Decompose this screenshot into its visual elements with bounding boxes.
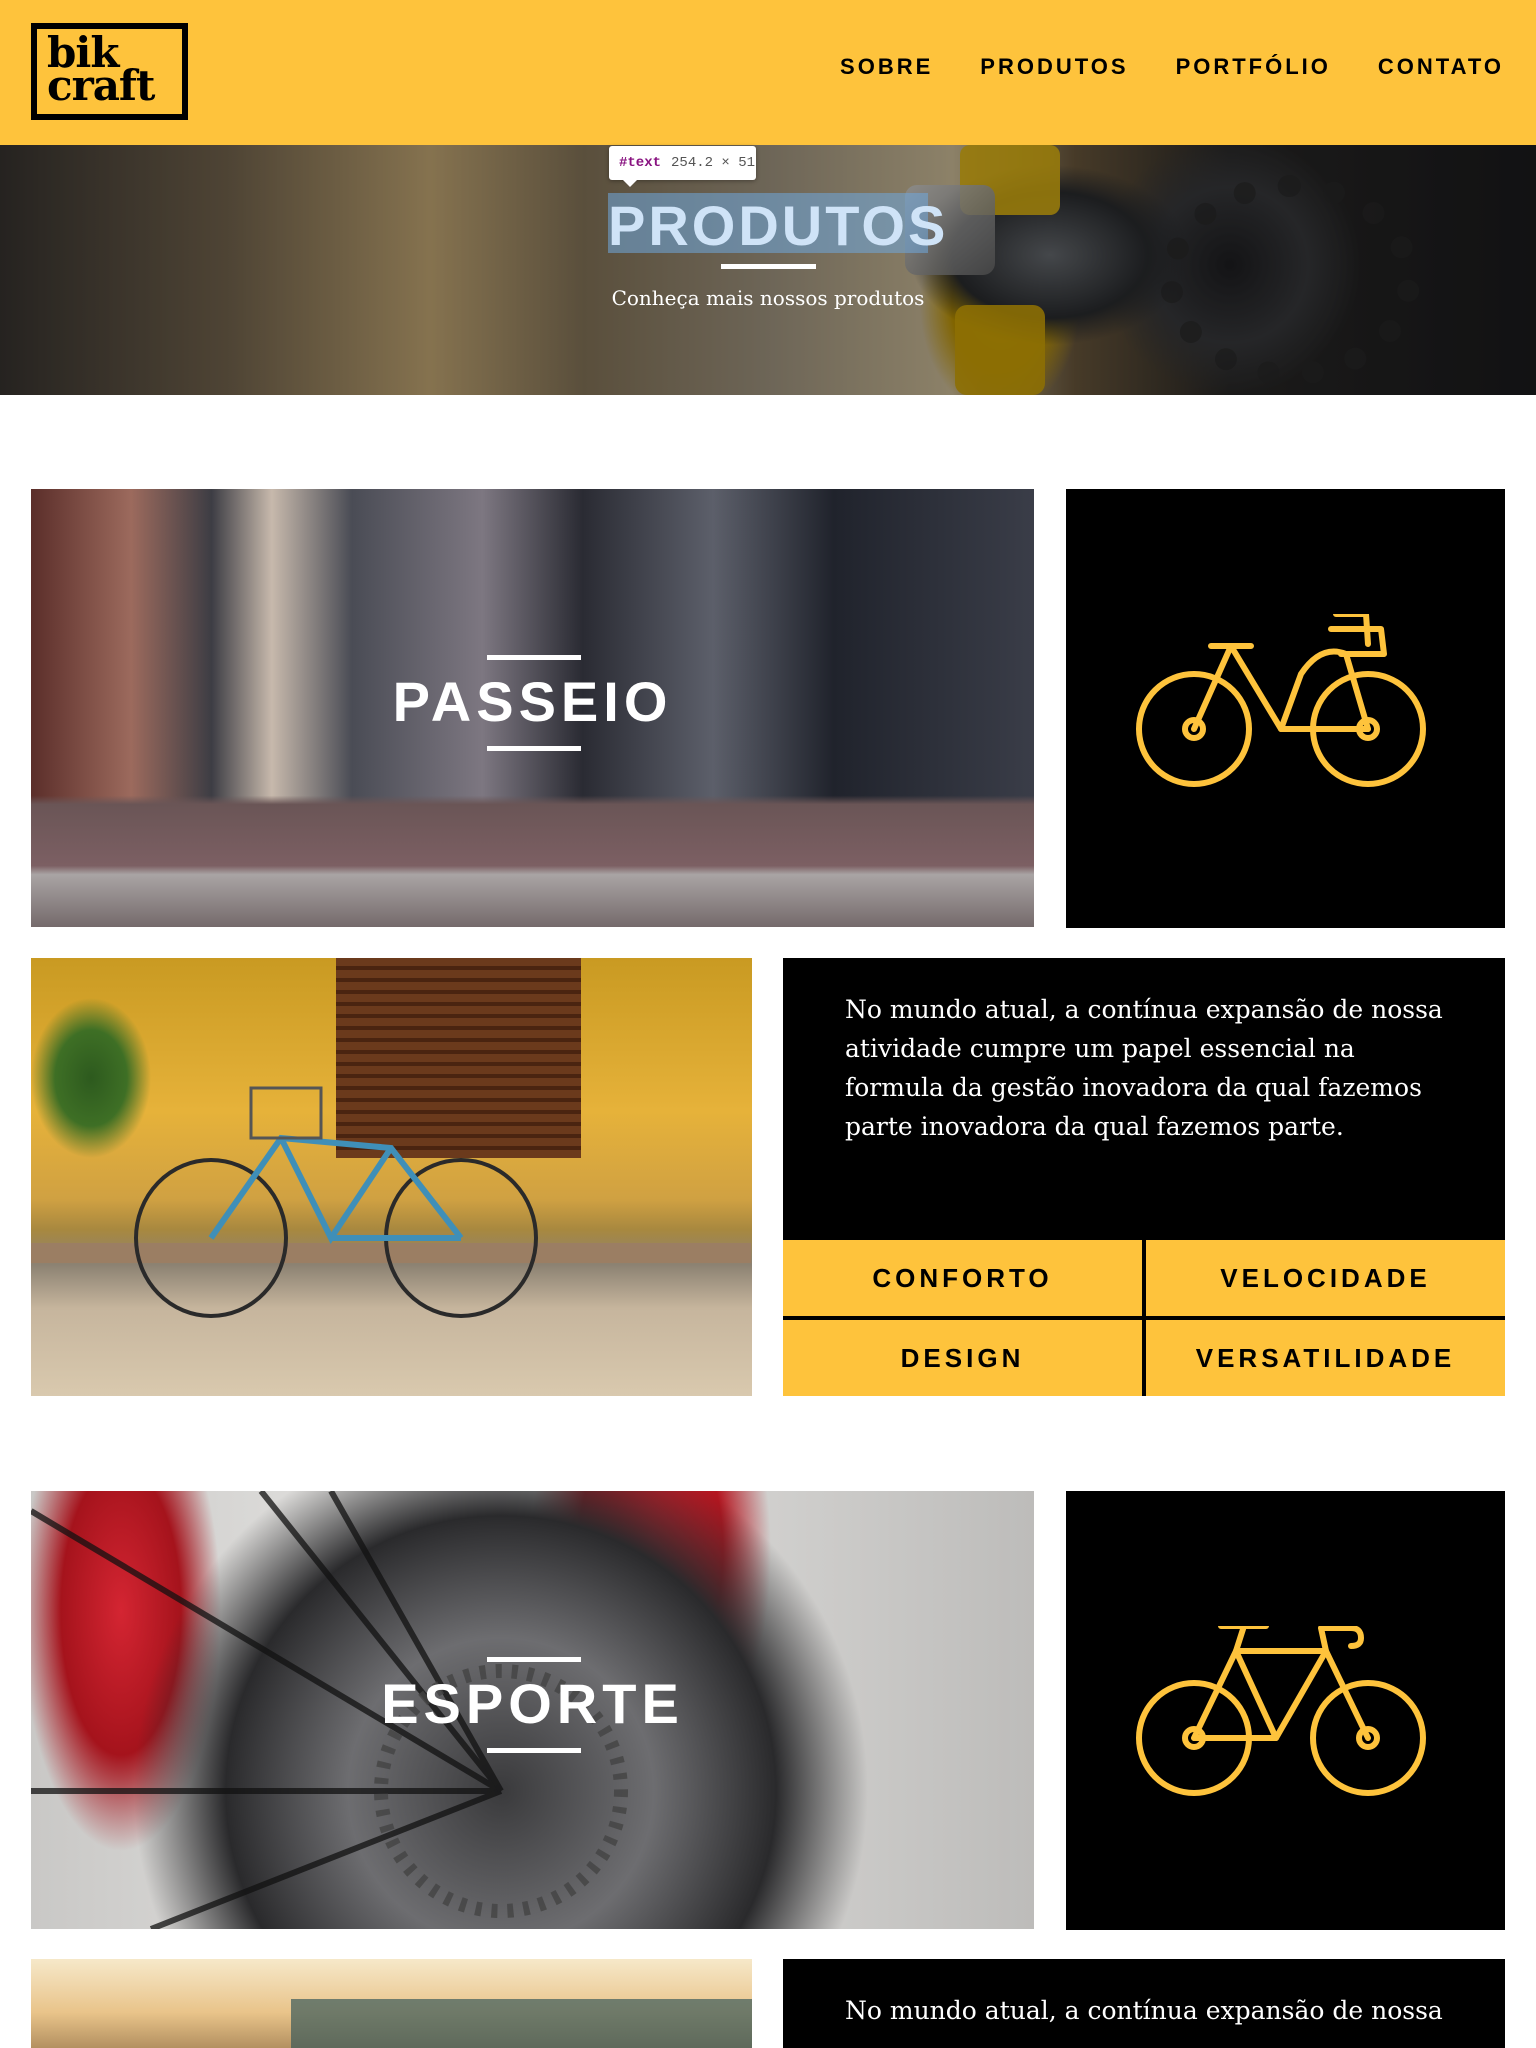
nav-link-produtos[interactable]: PRODUTOS [980, 54, 1128, 80]
esporte-photo: ESPORTE [31, 1491, 1034, 1929]
esporte-icon-box [1066, 1491, 1505, 1930]
passeio-photo: PASSEIO [31, 489, 1034, 927]
passeio-icon-box [1066, 489, 1505, 928]
bicycle-illustration [134, 1086, 538, 1318]
sunset-photo [31, 1959, 752, 2048]
category-title-esporte: ESPORTE [381, 1672, 684, 1735]
tooltip-size: 254.2 × 51 [671, 155, 756, 171]
title-bar-bottom [487, 746, 581, 751]
passeio-description: No mundo atual, a contínua expansão de n… [783, 958, 1505, 1240]
main-nav: SOBRE PRODUTOS PORTFÓLIO CONTATO [840, 54, 1504, 80]
esporte-description: No mundo atual, a contínua expansão de n… [783, 1959, 1505, 2048]
page-title: PRODUTOS [608, 193, 945, 257]
blue-bike-photo [31, 958, 752, 1396]
bikcraft-logo[interactable]: bik craft [31, 23, 188, 120]
category-title-passeio: PASSEIO [392, 670, 673, 733]
hero-overlay [0, 145, 1536, 395]
page-subtitle: Conheça mais nossos produtos [611, 286, 925, 310]
nav-link-portfolio[interactable]: PORTFÓLIO [1176, 54, 1331, 80]
city-bike-icon [1136, 614, 1426, 787]
title-underline [721, 264, 816, 269]
devtools-tooltip: #text 254.2 × 51 [609, 146, 756, 187]
road-bike-icon [1136, 1626, 1426, 1796]
nav-link-contato[interactable]: CONTATO [1378, 54, 1504, 80]
hero-banner [0, 145, 1536, 395]
photo-part [291, 1999, 752, 2048]
logo-text-line2: craft [47, 61, 155, 110]
nav-link-sobre[interactable]: SOBRE [840, 54, 933, 80]
feature-conforto: CONFORTO [783, 1240, 1142, 1316]
site-header: bik craft SOBRE PRODUTOS PORTFÓLIO CONTA… [0, 0, 1536, 145]
title-bar-top [487, 655, 581, 660]
feature-velocidade: VELOCIDADE [1146, 1240, 1505, 1316]
feature-grid: CONFORTO VELOCIDADE DESIGN VERSATILIDADE [783, 1240, 1505, 1396]
title-bar-top [487, 1657, 581, 1662]
page-title-text: PRODUTOS [608, 194, 949, 257]
title-bar-bottom [487, 1748, 581, 1753]
feature-design: DESIGN [783, 1320, 1142, 1396]
tooltip-tag: #text [619, 155, 662, 171]
feature-versatilidade: VERSATILIDADE [1146, 1320, 1505, 1396]
